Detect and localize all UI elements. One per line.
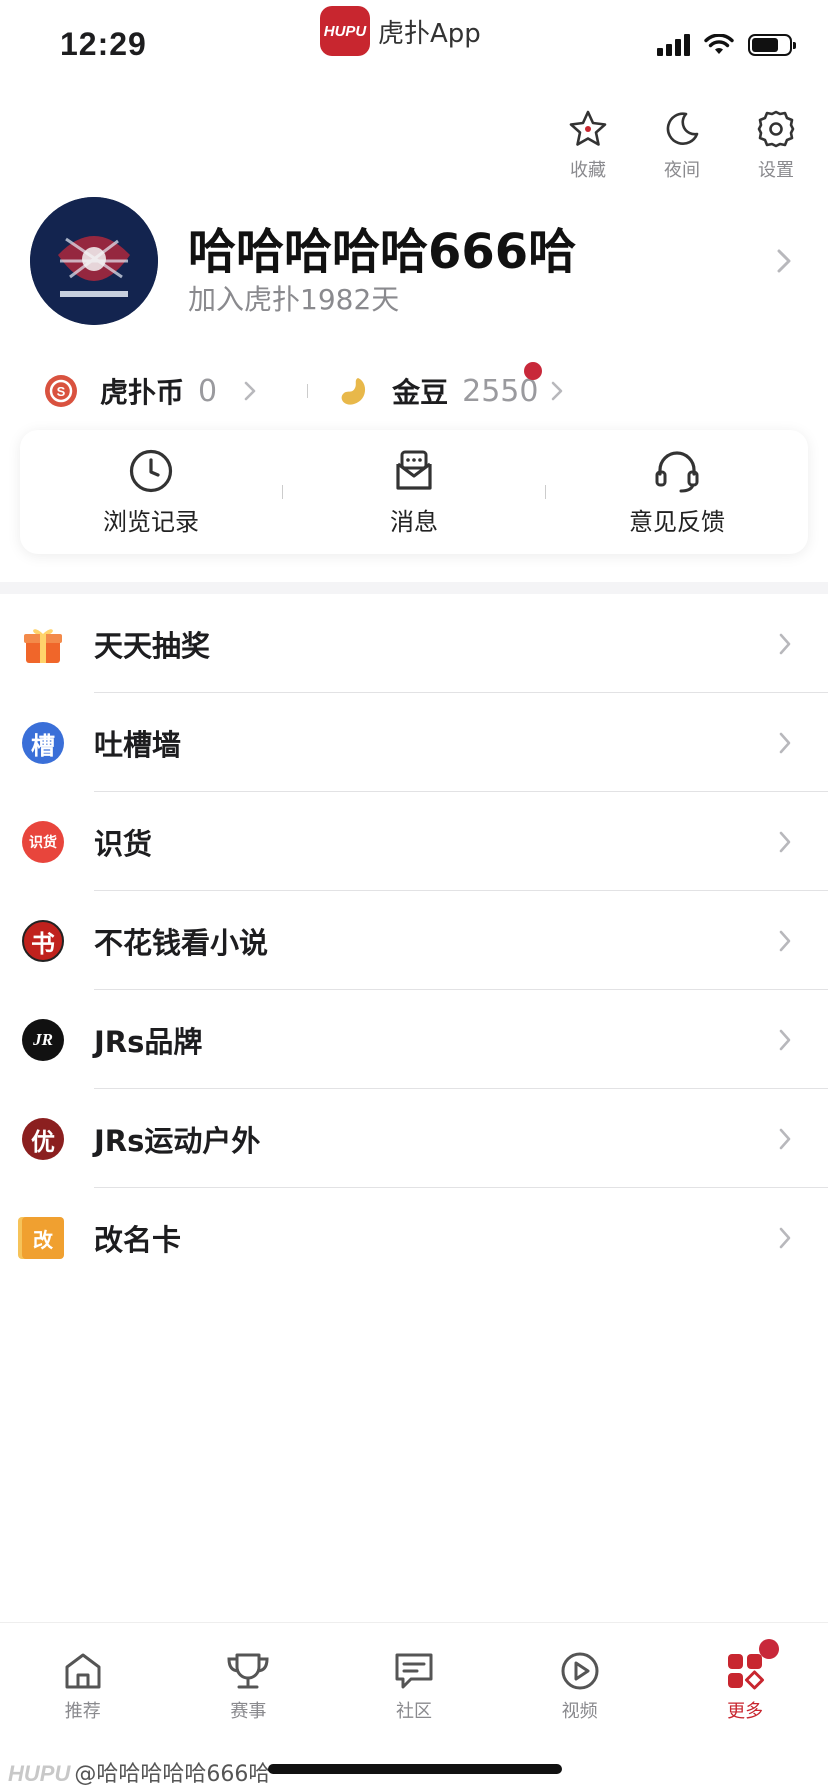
gold-bean-item[interactable]: 金豆 2550	[336, 362, 564, 411]
feedback-label: 意见反馈	[629, 507, 725, 536]
cellular-signal-icon	[657, 34, 690, 56]
list-item-jrs-brand[interactable]: JR JRs品牌	[0, 990, 828, 1089]
settings-label: 设置	[758, 160, 794, 181]
headset-icon	[655, 450, 699, 492]
hupu-coin-label: 虎扑币	[100, 376, 185, 409]
list-item-label: 识货	[94, 826, 153, 861]
night-mode-button[interactable]: 夜间	[650, 108, 714, 182]
clock-icon	[129, 449, 173, 492]
app-indicator: HUPU 虎扑App	[320, 6, 481, 56]
tab-recommend[interactable]: 推荐	[0, 1623, 166, 1739]
top-actions: 收藏 夜间 设置	[556, 108, 808, 182]
tab-video[interactable]: 视频	[497, 1623, 663, 1739]
joined-days: 加入虎扑1982天	[188, 283, 400, 316]
list-item-label: JRs运动户外	[94, 1123, 261, 1158]
chevron-right-icon	[779, 633, 791, 655]
night-mode-label: 夜间	[664, 160, 700, 181]
tab-label: 推荐	[64, 1701, 101, 1722]
gold-bean-notification-dot	[524, 362, 543, 380]
status-icons	[657, 34, 796, 56]
complain-wall-icon: 槽	[22, 722, 64, 764]
list-item-lottery[interactable]: 天天抽奖	[0, 594, 828, 693]
tab-label: 社区	[395, 1701, 432, 1722]
jrs-brand-icon: JR	[22, 1019, 64, 1061]
chevron-right-icon	[779, 732, 791, 754]
chevron-right-icon	[779, 930, 791, 952]
gold-bean-value: 2550	[462, 373, 539, 409]
chevron-right-icon	[779, 1128, 791, 1150]
tab-label: 赛事	[230, 1701, 267, 1722]
gear-icon	[757, 110, 795, 148]
tab-label: 更多	[727, 1701, 764, 1722]
home-icon	[65, 1653, 101, 1689]
watermark: HUPU @哈哈哈哈哈666哈	[8, 1756, 270, 1788]
history-label: 浏览记录	[103, 507, 199, 536]
feedback-button[interactable]: 意见反馈	[546, 448, 808, 537]
status-time: 12:29	[60, 26, 147, 62]
list-item-label: 改名卡	[94, 1222, 182, 1257]
more-notification-dot	[759, 1639, 780, 1659]
favorites-label: 收藏	[570, 160, 606, 181]
list-item-complain-wall[interactable]: 槽 吐槽墙	[0, 693, 828, 792]
shihuo-icon: 识货	[22, 821, 64, 863]
avatar[interactable]	[30, 197, 158, 325]
rename-card-icon: 改	[22, 1217, 64, 1259]
profile-chevron-right-icon[interactable]	[776, 248, 792, 274]
battery-icon	[748, 34, 796, 56]
chevron-right-icon	[779, 831, 791, 853]
favorites-button[interactable]: 收藏	[556, 108, 620, 182]
list-item-label: JRs品牌	[94, 1024, 203, 1059]
bottom-tab-bar: 推荐 赛事 社区 视频 更多	[0, 1622, 828, 1739]
gift-icon	[24, 629, 62, 663]
home-indicator[interactable]	[268, 1764, 562, 1774]
chevron-right-icon	[244, 381, 256, 401]
list-item-novel[interactable]: 书 不花钱看小说	[0, 891, 828, 990]
jrs-outdoor-icon: 优	[22, 1118, 64, 1160]
tab-events[interactable]: 赛事	[166, 1623, 332, 1739]
svg-text:S: S	[57, 384, 66, 399]
list-item-label: 不花钱看小说	[94, 925, 269, 960]
message-icon	[396, 450, 432, 490]
watermark-brand: HUPU	[8, 1761, 71, 1786]
list-item-jrs-outdoor[interactable]: 优 JRs运动户外	[0, 1089, 828, 1188]
star-icon	[569, 110, 607, 146]
chevron-right-icon	[552, 381, 563, 401]
gold-bean-label: 金豆	[392, 376, 449, 409]
settings-button[interactable]: 设置	[744, 108, 808, 182]
list-item-label: 吐槽墙	[94, 727, 182, 762]
tab-community[interactable]: 社区	[331, 1623, 497, 1739]
menu-list: 天天抽奖 槽 吐槽墙 识货 识货 书 不花钱看小说 JR JRs品牌 优 JRs…	[0, 594, 828, 1287]
hupu-logo: HUPU	[320, 6, 370, 56]
book-icon: 书	[22, 920, 64, 962]
quick-actions-card: 浏览记录 消息 意见反馈	[20, 430, 808, 554]
more-grid-icon	[728, 1654, 765, 1690]
tab-more[interactable]: 更多	[662, 1623, 828, 1739]
chat-icon	[395, 1653, 433, 1689]
trophy-icon	[227, 1653, 269, 1689]
app-name: 虎扑App	[378, 18, 481, 49]
gold-bean-icon	[341, 378, 366, 405]
messages-label: 消息	[390, 507, 438, 536]
hupu-coin-value: 0	[198, 373, 218, 409]
username: 哈哈哈哈哈666哈	[188, 224, 577, 280]
chevron-right-icon	[779, 1227, 791, 1249]
section-separator	[0, 582, 828, 594]
hupu-coin-icon: S	[45, 375, 77, 407]
moon-icon	[666, 112, 699, 145]
coins-row: S 虎扑币 0 金豆 2550	[44, 362, 828, 416]
list-item-rename-card[interactable]: 改 改名卡	[0, 1188, 828, 1287]
messages-button[interactable]: 消息	[283, 448, 545, 537]
tab-label: 视频	[561, 1701, 598, 1722]
hupu-coin-item[interactable]: S 虎扑币 0	[44, 371, 257, 411]
avatar-image	[30, 197, 158, 325]
list-item-label: 天天抽奖	[94, 628, 211, 663]
wifi-icon	[704, 34, 734, 54]
history-button[interactable]: 浏览记录	[20, 448, 282, 537]
list-item-shihuo[interactable]: 识货 识货	[0, 792, 828, 891]
watermark-handle: @哈哈哈哈哈666哈	[74, 1762, 271, 1787]
play-icon	[561, 1652, 599, 1690]
coins-divider	[307, 384, 309, 398]
chevron-right-icon	[779, 1029, 791, 1051]
